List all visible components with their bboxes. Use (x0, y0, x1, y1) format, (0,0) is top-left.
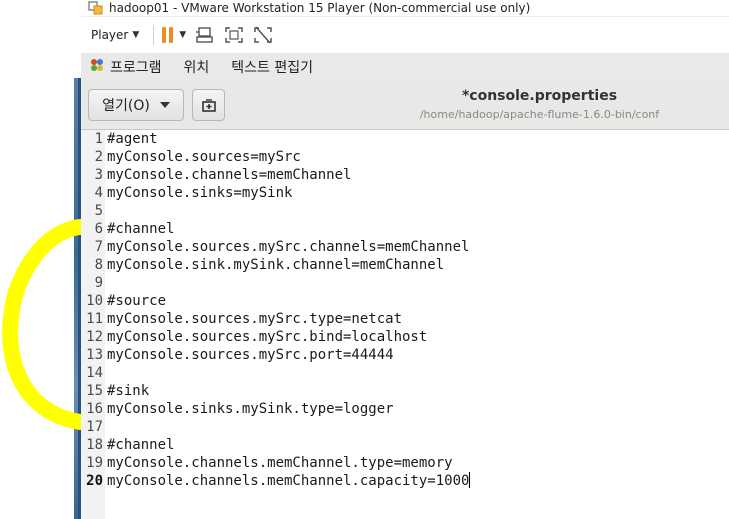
line-number: 2 (94, 149, 103, 165)
document-title: *console.properties (461, 88, 618, 104)
send-ctrl-alt-del-icon (196, 27, 213, 43)
gnome-apps-icon (90, 58, 104, 76)
text-editor[interactable]: 1 #agent 2 myConsole.sources=mySrc 3 myConsol… (81, 130, 729, 519)
code-line[interactable]: 4 myConsole.sinks=mySink (81, 184, 721, 202)
fullscreen-button[interactable] (224, 26, 244, 44)
line-number: 15 (86, 383, 103, 399)
open-button-label: 열기(O) (102, 98, 150, 114)
pause-button[interactable]: ▼ (162, 27, 186, 43)
code-text: myConsole.sinks=mySink (107, 185, 293, 201)
vmware-window: hadoop01 - VMware Workstation 15 Player … (81, 0, 729, 519)
code-text: myConsole.channels=memChannel (107, 167, 352, 183)
code-text: myConsole.sources.mySrc.channels=memChan… (107, 239, 470, 255)
code-text: #sink (107, 383, 150, 399)
line-number: 20 (86, 473, 103, 489)
gnome-top-menubar: 프로그램 위치 텍스트 편집기 (81, 54, 729, 80)
vm-titlebar: hadoop01 - VMware Workstation 15 Player … (81, 0, 729, 17)
code-line[interactable]: 20 myConsole.channels.memChannel.capacity… (81, 472, 721, 490)
chevron-down-icon: ▼ (132, 30, 140, 40)
code-line[interactable]: 19 myConsole.channels.memChannel.type=mem… (81, 454, 721, 472)
vm-window-title: hadoop01 - VMware Workstation 15 Player … (109, 1, 531, 15)
line-number: 19 (86, 455, 103, 471)
line-number: 18 (86, 437, 103, 453)
line-number: 7 (94, 239, 103, 255)
line-number: 5 (94, 203, 103, 219)
gedit-headerbar: 열기(O) *console.properties /home/hadoop/a… (81, 80, 729, 130)
line-number: 12 (86, 329, 103, 345)
code-line[interactable]: 1 #agent (81, 130, 721, 148)
code-line[interactable]: 9 (81, 274, 721, 292)
document-path: /home/hadoop/apache-flume-1.6.0-bin/conf (419, 108, 660, 121)
code-text: myConsole.sink.mySink.channel=memChannel (107, 257, 445, 273)
code-line[interactable]: 13 myConsole.sources.mySrc.port=44444 (81, 346, 721, 364)
menu-programs[interactable]: 프로그램 (110, 57, 162, 77)
unity-icon (254, 26, 272, 44)
pause-icon (162, 27, 174, 43)
code-line[interactable]: 18 #channel (81, 436, 721, 454)
fullscreen-icon (225, 27, 243, 43)
player-menu-label: Player (91, 28, 129, 42)
line-number: 6 (94, 221, 103, 237)
new-document-icon (201, 99, 216, 112)
vmware-app-icon (88, 0, 104, 16)
player-menu[interactable]: Player ▼ (91, 28, 139, 42)
line-number: 9 (94, 275, 103, 291)
toolbar-separator (153, 25, 155, 45)
menu-text-editor[interactable]: 텍스트 편집기 (231, 57, 313, 77)
code-line[interactable]: 16 myConsole.sinks.mySink.type=logger (81, 400, 721, 418)
send-ctrl-alt-del-button[interactable] (195, 26, 215, 44)
code-text: #channel (107, 221, 175, 237)
chevron-down-icon (159, 102, 170, 108)
code-line[interactable]: 10 #source (81, 292, 721, 310)
line-number: 1 (94, 131, 103, 147)
menu-places[interactable]: 위치 (184, 57, 210, 77)
line-number: 17 (86, 419, 103, 435)
line-number: 3 (94, 167, 103, 183)
code-line[interactable]: 8 myConsole.sink.mySink.channel=memChanne… (81, 256, 721, 274)
line-number: 14 (86, 365, 103, 381)
code-text: myConsole.channels.memChannel.type=memor… (107, 455, 453, 471)
vm-toolbar: Player ▼ ▼ (81, 17, 729, 54)
code-text: myConsole.sources.mySrc.type=netcat (107, 311, 403, 327)
chevron-down-icon: ▼ (179, 30, 187, 40)
code-text: #source (107, 293, 167, 309)
line-number: 16 (86, 401, 103, 417)
code-line[interactable]: 15 #sink (81, 382, 721, 400)
line-number: 13 (86, 347, 103, 363)
code-text: myConsole.sources.mySrc.port=44444 (107, 347, 394, 363)
line-number: 10 (86, 293, 103, 309)
code-line[interactable]: 5 (81, 202, 721, 220)
code-text: myConsole.channels.memChannel.capacity=1… (107, 472, 471, 489)
code-line[interactable]: 17 (81, 418, 721, 436)
code-line[interactable]: 12 myConsole.sources.mySrc.bind=localhost (81, 328, 721, 346)
code-line[interactable]: 2 myConsole.sources=mySrc (81, 148, 721, 166)
code-line[interactable]: 7 myConsole.sources.mySrc.channels=memCha… (81, 238, 721, 256)
code-text: myConsole.sources=mySrc (107, 149, 301, 165)
new-document-button[interactable] (192, 89, 225, 121)
line-number: 11 (86, 311, 103, 327)
code-text: myConsole.sinks.mySink.type=logger (107, 401, 394, 417)
line-number: 4 (94, 185, 103, 201)
code-line[interactable]: 14 (81, 364, 721, 382)
open-button[interactable]: 열기(O) (88, 89, 184, 121)
text-cursor (469, 472, 471, 488)
line-number: 8 (94, 257, 103, 273)
code-line[interactable]: 11 myConsole.sources.mySrc.type=netcat (81, 310, 721, 328)
unity-button[interactable] (253, 26, 273, 44)
code-line[interactable]: 6 #channel (81, 220, 721, 238)
code-line[interactable]: 3 myConsole.channels=memChannel (81, 166, 721, 184)
code-text: #channel (107, 437, 175, 453)
code-text: #agent (107, 131, 158, 147)
code-text: myConsole.sources.mySrc.bind=localhost (107, 329, 428, 345)
